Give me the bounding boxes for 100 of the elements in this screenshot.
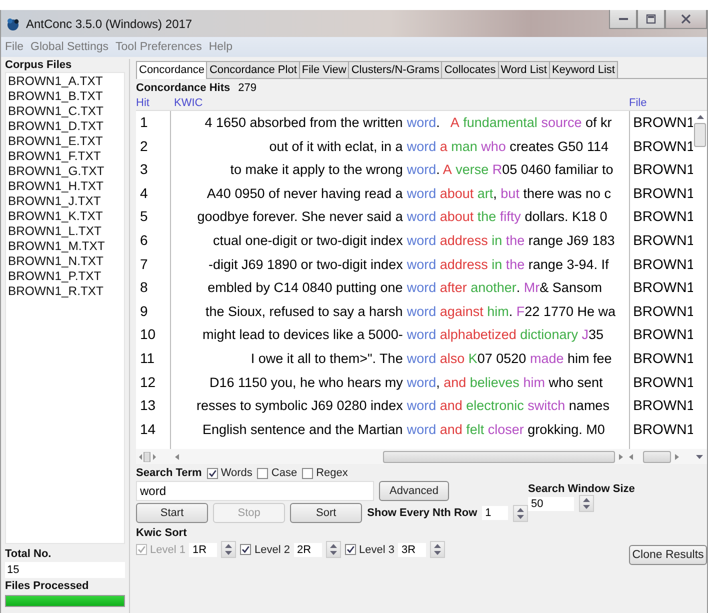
total-value: 15 <box>5 562 125 578</box>
maximize-button[interactable] <box>637 10 665 29</box>
context-word: him fee <box>566 350 612 368</box>
hit-number: 14 <box>140 420 157 439</box>
clone-results-button[interactable]: Clone Results <box>629 545 707 565</box>
menu-item[interactable]: Global Settings <box>30 41 109 53</box>
file-name: BROWN1 <box>633 136 694 156</box>
file-list-item[interactable]: BROWN1_E.TXT <box>8 134 122 149</box>
context-word: range J69 183 <box>527 232 615 250</box>
context-word: word <box>406 350 436 368</box>
window-size-field[interactable]: 50 <box>528 496 574 510</box>
file-name: BROWN1 <box>633 113 694 132</box>
horizontal-scrollbar[interactable] <box>174 450 624 462</box>
context-word: K <box>467 350 478 368</box>
file-name: BROWN1 <box>633 207 694 226</box>
search-field[interactable]: word <box>136 481 374 501</box>
column-header[interactable]: File <box>629 97 647 109</box>
file-list-item[interactable]: BROWN1_C.TXT <box>8 104 122 119</box>
nth-row-label: Show Every Nth Row <box>367 507 478 519</box>
spinner[interactable] <box>221 541 236 558</box>
context-word: word <box>406 420 436 439</box>
context-word: , <box>493 184 497 203</box>
advanced-button[interactable]: Advanced <box>379 481 449 501</box>
context-word: felt <box>465 420 484 439</box>
context-word: word <box>406 256 436 274</box>
checkbox-label: Words <box>220 467 252 479</box>
file-list-item[interactable]: BROWN1_P.TXT <box>8 269 122 284</box>
total-label: Total No. <box>5 548 52 560</box>
file-list-item[interactable]: BROWN1_J.TXT <box>8 194 122 209</box>
context-word: switch <box>526 397 566 416</box>
file-list-item[interactable]: BROWN1_A.TXT <box>8 74 122 89</box>
context-word: also <box>438 350 465 368</box>
hits-count: 279 <box>238 82 256 94</box>
file-name: BROWN1 <box>633 348 694 368</box>
context-word: and <box>438 420 462 439</box>
context-word: in <box>490 232 502 250</box>
menu-item[interactable]: File <box>5 41 24 53</box>
tab[interactable]: File View <box>298 61 350 78</box>
close-button[interactable] <box>665 10 707 29</box>
tab[interactable]: Keyword List <box>548 61 618 78</box>
scroll-thumb[interactable] <box>694 123 706 147</box>
file-list-item[interactable]: BROWN1_G.TXT <box>8 164 122 179</box>
context-word: man <box>450 138 478 156</box>
sort-level-field[interactable]: 3R <box>398 542 426 556</box>
file-list-item[interactable]: BROWN1_F.TXT <box>8 149 122 164</box>
action-button[interactable]: Start <box>136 503 208 523</box>
column-header[interactable]: KWIC <box>174 97 629 109</box>
down-arrow-icon <box>225 551 232 555</box>
down-arrow-icon <box>434 551 442 555</box>
file-list-item[interactable]: BROWN1_L.TXT <box>8 224 122 239</box>
context-word: A <box>449 114 460 132</box>
action-button[interactable]: Sort <box>290 503 362 523</box>
scroll-thumb[interactable] <box>383 450 615 462</box>
menu-item[interactable]: Help <box>208 41 232 53</box>
checkbox[interactable] <box>257 468 268 478</box>
column-header[interactable]: Hit <box>136 97 174 109</box>
context-word: word <box>406 279 436 298</box>
check-icon <box>346 545 355 554</box>
left-context: resses to symbolic J69 0280 index <box>195 397 404 416</box>
hit-number: 1 <box>140 113 149 132</box>
menu-item[interactable]: Tool Preferences <box>116 41 202 53</box>
file-list-item[interactable]: BROWN1_K.TXT <box>8 209 122 224</box>
context-word: the <box>504 256 525 274</box>
sort-level-field[interactable]: 2R <box>294 542 322 556</box>
context-word: word <box>406 397 436 416</box>
scroll-thumb[interactable] <box>643 450 671 462</box>
checkbox[interactable] <box>206 468 218 478</box>
checkbox[interactable] <box>344 544 356 555</box>
tab[interactable]: Concordance <box>136 61 208 79</box>
hit-number: 3 <box>140 160 149 180</box>
nth-row-field[interactable]: 1 <box>482 506 508 520</box>
spinner[interactable] <box>430 541 446 558</box>
minimize-button[interactable] <box>609 10 637 29</box>
file-list-item[interactable]: BROWN1_D.TXT <box>8 119 122 134</box>
file-name: BROWN1 <box>633 420 694 439</box>
spinner[interactable] <box>512 504 528 522</box>
context-word: word <box>406 114 436 132</box>
checkbox[interactable] <box>302 468 314 478</box>
down-arrow-icon <box>583 505 590 509</box>
context-word: . <box>508 302 513 321</box>
hit-number: 2 <box>140 136 149 156</box>
context-word: but <box>500 184 520 203</box>
tab[interactable]: Collocates <box>441 61 499 78</box>
tab[interactable]: Clusters/N-Grams <box>348 61 442 78</box>
spinner[interactable] <box>579 495 594 512</box>
context-word: of kr <box>584 114 612 132</box>
file-list-item[interactable]: BROWN1_M.TXT <box>8 239 122 254</box>
hit-number: 4 <box>140 184 149 203</box>
app-logo-icon <box>5 16 21 30</box>
file-list-item[interactable]: BROWN1_H.TXT <box>8 179 122 194</box>
checkbox[interactable] <box>240 544 252 555</box>
file-list-item[interactable]: BROWN1_B.TXT <box>8 89 122 104</box>
file-list-item[interactable]: BROWN1_R.TXT <box>8 284 122 299</box>
tab[interactable]: Concordance Plot <box>206 61 300 78</box>
spinner[interactable] <box>326 541 341 558</box>
tab[interactable]: Word List <box>498 61 550 78</box>
checkbox-label: Regex <box>316 467 348 479</box>
down-arrow-icon <box>696 454 703 458</box>
left-context: embled by C14 0840 putting one <box>206 279 404 298</box>
file-list-item[interactable]: BROWN1_N.TXT <box>8 254 122 269</box>
